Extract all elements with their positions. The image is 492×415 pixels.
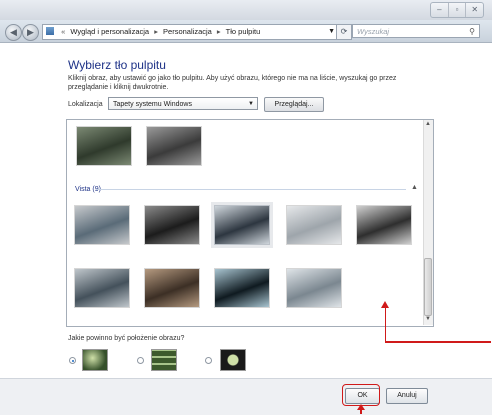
- page-description: Kliknij obraz, aby ustawić go jako tło p…: [68, 75, 397, 91]
- chevron-down-icon: ▼: [248, 101, 254, 107]
- mountain-wallpaper[interactable]: [74, 205, 130, 245]
- breadcrumb-item-personalization[interactable]: Personalizacja: [163, 27, 212, 36]
- scrollbar-thumb[interactable]: [424, 258, 432, 316]
- grass-wallpaper[interactable]: [356, 205, 412, 245]
- center-option-radio[interactable]: [205, 357, 212, 364]
- close-button[interactable]: ✕: [466, 3, 483, 17]
- page-title: Wybierz tło pulpitu: [68, 58, 166, 72]
- tile-option-radio[interactable]: [137, 357, 144, 364]
- cancel-button[interactable]: Anuluj: [386, 388, 428, 404]
- breadcrumb-item-desktop-background[interactable]: Tło pulpitu: [226, 27, 261, 36]
- search-icon[interactable]: ⚲: [469, 25, 475, 39]
- scroll-down-icon[interactable]: ▼: [424, 316, 432, 322]
- back-button[interactable]: ◀: [5, 24, 22, 41]
- location-value: Tapety systemu Windows: [113, 101, 192, 108]
- browse-button[interactable]: Przeglądaj...: [264, 97, 324, 112]
- refresh-icon[interactable]: ⟳: [336, 24, 352, 40]
- group-divider: [96, 189, 406, 190]
- annotation-arrow-icon: [381, 301, 389, 308]
- annotation-arrow-icon: [357, 404, 365, 410]
- pebbles-wallpaper[interactable]: [144, 268, 200, 308]
- scroll-up-icon[interactable]: ▲: [424, 121, 432, 127]
- fill-option-preview[interactable]: [82, 349, 108, 371]
- annotation-line: [385, 341, 491, 343]
- location-select[interactable]: Tapety systemu Windows ▼: [108, 97, 258, 110]
- address-bar[interactable]: « Wygląd i personalizacja ▸ Personalizac…: [42, 24, 338, 40]
- search-placeholder: Wyszukaj: [357, 27, 390, 36]
- title-bar: [0, 0, 492, 20]
- forward-button[interactable]: ▶: [22, 24, 39, 41]
- maximize-button[interactable]: ▫: [449, 3, 467, 17]
- window-controls: – ▫ ✕: [430, 2, 484, 18]
- trees-wallpaper[interactable]: [146, 126, 202, 166]
- breadcrumb-separator-icon[interactable]: ▸: [214, 27, 224, 36]
- center-option-preview[interactable]: [220, 349, 246, 371]
- feather-wallpaper[interactable]: [286, 205, 342, 245]
- fern-wallpaper[interactable]: [76, 126, 132, 166]
- position-label: Jakie powinno być położenie obrazu?: [68, 335, 185, 342]
- dark-hills-wallpaper[interactable]: [144, 205, 200, 245]
- annotation-line: [384, 306, 386, 342]
- breadcrumb-separator-icon[interactable]: ▸: [151, 27, 161, 36]
- search-input[interactable]: Wyszukaj ⚲: [352, 24, 480, 38]
- tile-option-preview[interactable]: [151, 349, 177, 371]
- fill-option-radio[interactable]: [69, 357, 76, 364]
- aurora-wallpaper[interactable]: [214, 268, 270, 308]
- address-dropdown-icon[interactable]: ▼: [328, 25, 335, 39]
- sea-wallpaper[interactable]: [74, 268, 130, 308]
- lake-wallpaper[interactable]: [211, 202, 273, 248]
- minimize-button[interactable]: –: [431, 3, 449, 17]
- location-label: Lokalizacja: [68, 101, 103, 108]
- breadcrumb-overflow[interactable]: «: [58, 27, 68, 36]
- breadcrumb-item-appearance[interactable]: Wygląd i personalizacja: [70, 27, 149, 36]
- ok-highlight-box: [342, 384, 380, 406]
- control-panel-icon: [46, 27, 54, 35]
- collapse-group-icon[interactable]: ▲: [411, 184, 418, 191]
- silk-wallpaper[interactable]: [286, 268, 342, 308]
